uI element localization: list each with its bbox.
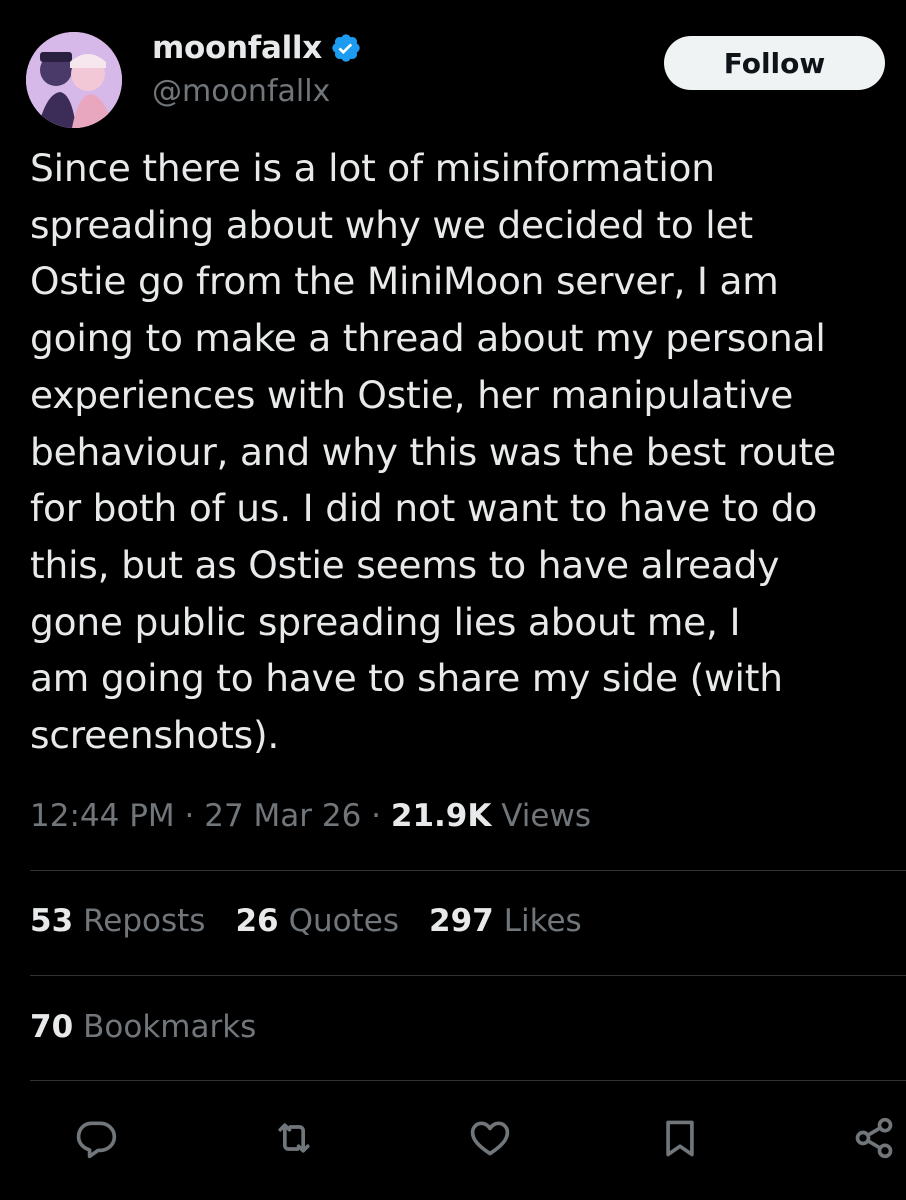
avatar-image <box>26 32 122 128</box>
reply-icon[interactable] <box>68 1110 124 1166</box>
divider <box>30 1080 906 1081</box>
display-name-row: moonfallx <box>152 28 362 68</box>
divider <box>30 975 906 976</box>
bookmarks-count: 70 <box>30 1009 74 1045</box>
divider <box>30 870 906 871</box>
likes-count: 297 <box>429 903 494 939</box>
avatar[interactable] <box>26 32 122 128</box>
reposts-count: 53 <box>30 903 74 939</box>
share-icon[interactable] <box>846 1110 902 1166</box>
likes-stat[interactable]: 297 Likes <box>429 903 582 939</box>
quotes-stat[interactable]: 26 Quotes <box>235 903 399 939</box>
likes-label: Likes <box>503 903 582 939</box>
repost-icon[interactable] <box>266 1110 322 1166</box>
follow-button[interactable]: Follow <box>664 36 885 90</box>
meta-separator: · <box>371 798 391 834</box>
views-count: 21.9K <box>390 798 492 834</box>
handle[interactable]: @moonfallx <box>152 74 330 109</box>
quotes-label: Quotes <box>288 903 400 939</box>
reposts-stat[interactable]: 53 Reposts <box>30 903 205 939</box>
verified-badge-icon <box>330 32 362 64</box>
tweet-date[interactable]: 27 Mar 26 <box>204 798 361 834</box>
reposts-label: Reposts <box>83 903 206 939</box>
views-label: Views <box>501 798 591 834</box>
action-bar <box>0 1110 906 1170</box>
tweet-time[interactable]: 12:44 PM <box>30 798 175 834</box>
bookmarks-label: Bookmarks <box>83 1009 257 1045</box>
tweet-text: Since there is a lot of misinformation s… <box>30 146 836 758</box>
engagement-stats: 53 Reposts 26 Quotes 297 Likes <box>30 903 582 939</box>
meta-separator: · <box>184 798 205 834</box>
bookmark-icon[interactable] <box>652 1110 708 1166</box>
quotes-count: 26 <box>235 903 279 939</box>
tweet-header: moonfallx @moonfallx Follow <box>0 0 906 135</box>
tweet-meta: 12:44 PM · 27 Mar 26 · 21.9K Views <box>30 798 591 834</box>
bookmarks-stat[interactable]: 70 Bookmarks <box>30 1009 256 1045</box>
display-name[interactable]: moonfallx <box>152 30 322 66</box>
like-icon[interactable] <box>462 1110 518 1166</box>
